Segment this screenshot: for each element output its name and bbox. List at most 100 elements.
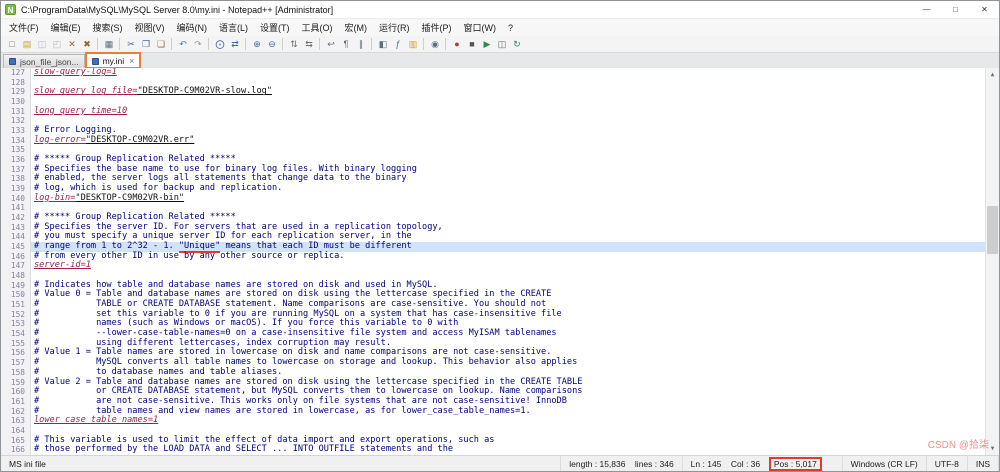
- play-macro-icon[interactable]: ▶: [480, 37, 494, 51]
- code-line-147[interactable]: 147server-id=1: [1, 261, 985, 271]
- minimize-button[interactable]: —: [912, 1, 941, 18]
- line-number[interactable]: 128: [1, 78, 31, 88]
- status-eol-format[interactable]: Windows (CR LF): [843, 456, 927, 471]
- status-encoding[interactable]: UTF-8: [927, 456, 968, 471]
- document-map-icon[interactable]: ◧: [376, 37, 390, 51]
- line-number[interactable]: 161: [1, 397, 31, 407]
- tab-json-file-json[interactable]: json_file_json...: [3, 54, 85, 68]
- line-number[interactable]: 156: [1, 348, 31, 358]
- line-number[interactable]: 149: [1, 281, 31, 291]
- menu-item-file[interactable]: 文件(F): [3, 19, 45, 36]
- monitoring-icon[interactable]: ◉: [428, 37, 442, 51]
- menu-item-settings[interactable]: 设置(T): [254, 19, 296, 36]
- find-icon[interactable]: ⨀: [213, 37, 227, 51]
- line-number[interactable]: 165: [1, 436, 31, 446]
- line-number[interactable]: 142: [1, 213, 31, 223]
- maximize-button[interactable]: □: [941, 1, 970, 18]
- tab-close-icon[interactable]: ×: [129, 56, 134, 66]
- run-macro-multiple-icon[interactable]: ↻: [510, 37, 524, 51]
- line-number[interactable]: 166: [1, 445, 31, 455]
- code-line-132[interactable]: 132: [1, 116, 985, 126]
- line-number[interactable]: 143: [1, 223, 31, 233]
- code-line-140[interactable]: 140log-bin="DESKTOP-C9M02VR-bin": [1, 194, 985, 204]
- code-line-131[interactable]: 131long_query_time=10: [1, 107, 985, 117]
- line-number[interactable]: 145: [1, 242, 31, 252]
- zoom-in-icon[interactable]: ⊕: [250, 37, 264, 51]
- line-number[interactable]: 154: [1, 329, 31, 339]
- code-line-166[interactable]: 166# those performed by the LOAD DATA an…: [1, 445, 985, 455]
- editor-area[interactable]: 127slow-query-log=1128129slow_query_log_…: [1, 68, 999, 455]
- paste-icon[interactable]: ❏: [154, 37, 168, 51]
- sync-vertical-scroll-icon[interactable]: ⇅: [287, 37, 301, 51]
- indent-guide-icon[interactable]: ∥: [354, 37, 368, 51]
- line-number[interactable]: 140: [1, 194, 31, 204]
- status-insert-mode[interactable]: INS: [968, 456, 999, 471]
- menu-item-view[interactable]: 视图(V): [129, 19, 171, 36]
- print-icon[interactable]: ▦: [102, 37, 116, 51]
- line-number[interactable]: 146: [1, 252, 31, 262]
- line-number[interactable]: 127: [1, 68, 31, 78]
- code-line-163[interactable]: 163lower_case_table_names=1: [1, 416, 985, 426]
- vertical-scrollbar[interactable]: ▲ ▼: [985, 68, 999, 455]
- menu-item-help[interactable]: ?: [502, 21, 519, 35]
- line-number[interactable]: 151: [1, 300, 31, 310]
- menu-item-search[interactable]: 搜索(S): [87, 19, 129, 36]
- line-number[interactable]: 131: [1, 107, 31, 117]
- line-number[interactable]: 144: [1, 232, 31, 242]
- undo-icon[interactable]: ↶: [176, 37, 190, 51]
- line-number[interactable]: 159: [1, 378, 31, 388]
- tab-my-ini[interactable]: my.ini×: [86, 53, 141, 68]
- function-list-icon[interactable]: ƒ: [391, 37, 405, 51]
- code-line-130[interactable]: 130: [1, 97, 985, 107]
- folder-as-workspace-icon[interactable]: ▥: [406, 37, 420, 51]
- save-icon[interactable]: ◫: [35, 37, 49, 51]
- save-macro-icon[interactable]: ◫: [495, 37, 509, 51]
- line-number[interactable]: 164: [1, 426, 31, 436]
- scrollbar-thumb[interactable]: [987, 206, 998, 254]
- menu-item-encoding[interactable]: 编码(N): [171, 19, 214, 36]
- menu-item-run[interactable]: 运行(R): [373, 19, 416, 36]
- copy-icon[interactable]: ❐: [139, 37, 153, 51]
- show-all-characters-icon[interactable]: ¶: [339, 37, 353, 51]
- menu-item-edit[interactable]: 编辑(E): [45, 19, 87, 36]
- line-number[interactable]: 152: [1, 310, 31, 320]
- close-button[interactable]: ✕: [970, 1, 999, 18]
- line-number[interactable]: 134: [1, 136, 31, 146]
- menu-item-language[interactable]: 语言(L): [213, 19, 254, 36]
- record-macro-icon[interactable]: ●: [450, 37, 464, 51]
- line-number[interactable]: 133: [1, 126, 31, 136]
- word-wrap-icon[interactable]: ↩: [324, 37, 338, 51]
- new-file-icon[interactable]: □: [5, 37, 19, 51]
- line-number[interactable]: 157: [1, 358, 31, 368]
- menu-item-window[interactable]: 窗口(W): [458, 19, 503, 36]
- line-number[interactable]: 147: [1, 261, 31, 271]
- close-all-icon[interactable]: ✖: [80, 37, 94, 51]
- code-line-129[interactable]: 129slow_query_log_file="DESKTOP-C9M02VR-…: [1, 87, 985, 97]
- line-number[interactable]: 137: [1, 165, 31, 175]
- open-folder-icon[interactable]: ▤: [20, 37, 34, 51]
- code-line-146[interactable]: 146# from every other ID in use by any o…: [1, 252, 985, 262]
- code-line-134[interactable]: 134log-error="DESKTOP-C9M02VR.err": [1, 136, 985, 146]
- line-number[interactable]: 155: [1, 339, 31, 349]
- line-number[interactable]: 160: [1, 387, 31, 397]
- line-number[interactable]: 158: [1, 368, 31, 378]
- line-number[interactable]: 141: [1, 203, 31, 213]
- line-number[interactable]: 130: [1, 97, 31, 107]
- save-all-icon[interactable]: ◰: [50, 37, 64, 51]
- menu-item-tools[interactable]: 工具(O): [296, 19, 339, 36]
- zoom-out-icon[interactable]: ⊖: [265, 37, 279, 51]
- line-number[interactable]: 138: [1, 174, 31, 184]
- line-number[interactable]: 163: [1, 416, 31, 426]
- scroll-up-arrow-icon[interactable]: ▲: [986, 68, 999, 81]
- line-number[interactable]: 150: [1, 290, 31, 300]
- line-number[interactable]: 129: [1, 87, 31, 97]
- cut-icon[interactable]: ✂: [124, 37, 138, 51]
- menu-item-macro[interactable]: 宏(M): [339, 19, 374, 36]
- replace-icon[interactable]: ⇄: [228, 37, 242, 51]
- line-number[interactable]: 132: [1, 116, 31, 126]
- line-number[interactable]: 162: [1, 407, 31, 417]
- line-number[interactable]: 135: [1, 145, 31, 155]
- redo-icon[interactable]: ↷: [191, 37, 205, 51]
- close-icon[interactable]: ✕: [65, 37, 79, 51]
- menu-item-plugins[interactable]: 插件(P): [416, 19, 458, 36]
